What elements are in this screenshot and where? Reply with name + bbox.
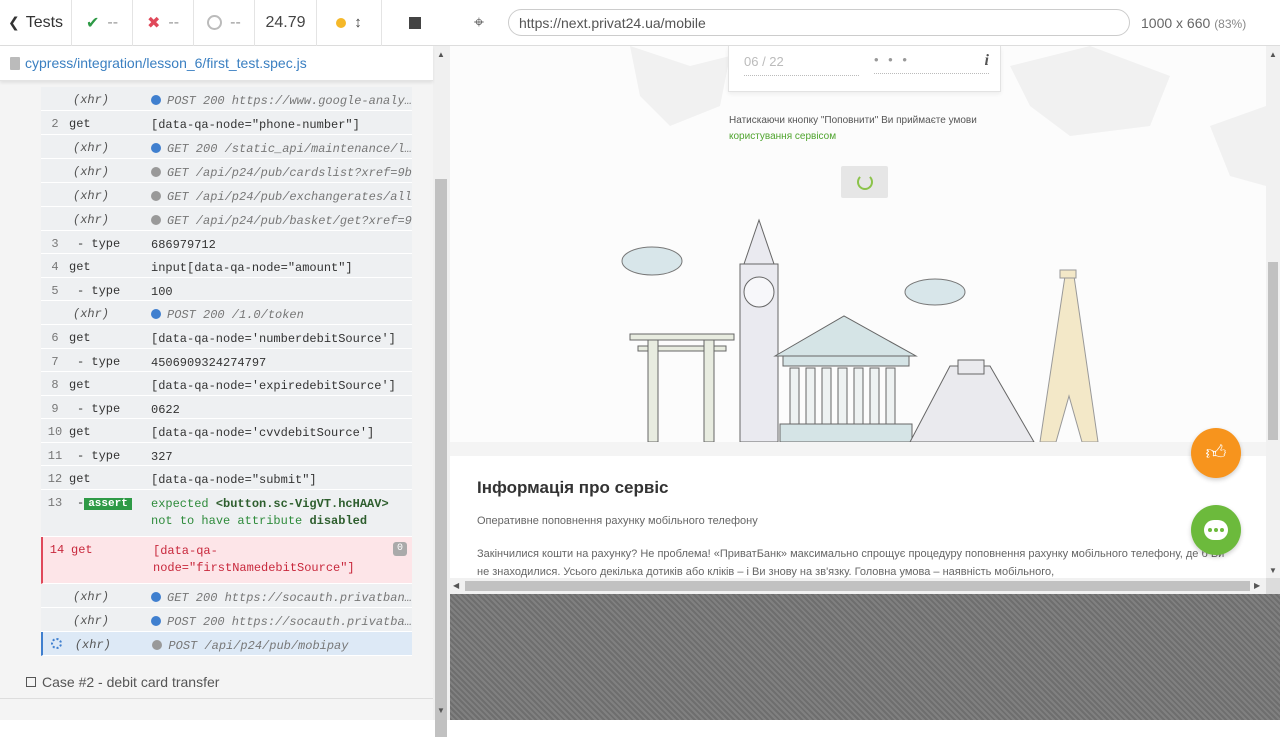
auto-scroll-icon[interactable]: ↕ <box>354 14 362 31</box>
app-under-test-frame: 06 / 22 • • • i Натискаючи кнопку "Попов… <box>450 46 1280 594</box>
command-row[interactable]: (xhr) GET /api/p24/pub/basket/get?xref=9 <box>41 207 412 231</box>
xhr-status-icon <box>151 95 161 105</box>
scroll-right-icon[interactable]: ▶ <box>1254 581 1260 590</box>
command-row[interactable]: 9 - type 0622 <box>41 396 412 419</box>
command-row[interactable]: (xhr) POST 200 /1.0/token <box>41 301 412 325</box>
passed-count: -- <box>107 13 119 31</box>
scroll-down-icon[interactable]: ▼ <box>437 706 445 715</box>
command-row[interactable]: 4 get input[data-qa-node="amount"] <box>41 254 412 278</box>
info-section-subtitle: Оперативне поповнення рахунку мобільного… <box>477 515 758 527</box>
reporter-header: ❮ Tests ✔ -- ✖ -- -- 24.79 ↕ <box>0 0 450 46</box>
test-case-title: Case #2 - debit card transfer <box>42 674 220 690</box>
chat-bubble-icon <box>1204 520 1228 540</box>
xhr-status-icon <box>151 592 161 602</box>
failed-count: -- <box>168 13 180 31</box>
xhr-status-icon <box>151 616 161 626</box>
scroll-up-icon[interactable]: ▲ <box>437 50 445 59</box>
aut-horizontal-scrollbar[interactable]: ◀ ▶ <box>450 578 1266 594</box>
viewport-info[interactable]: 1000 x 660 (83%) <box>1141 15 1246 31</box>
chevron-left-icon: ❮ <box>7 14 20 30</box>
url-bar[interactable]: https://next.privat24.ua/mobile <box>508 9 1130 36</box>
failed-command-row[interactable]: 14 get [data-qa-node="firstNamedebitSour… <box>41 537 412 584</box>
crosshair-icon: ⌖ <box>473 12 485 32</box>
duration: 24.79 <box>255 0 317 46</box>
loading-spinner-icon <box>856 174 873 190</box>
assert-badge: assert <box>84 498 132 510</box>
test-case-item[interactable]: Case #2 - debit card transfer <box>26 674 219 690</box>
reporter-scrollbar[interactable]: ▲ ▼ <box>433 46 450 737</box>
info-section-title: Інформація про сервіс <box>477 478 669 497</box>
scrollbar-thumb[interactable] <box>465 581 1250 591</box>
xhr-status-icon <box>151 191 161 201</box>
feedback-button[interactable]: 👍︎ <box>1191 428 1241 478</box>
error-count-badge: 0 <box>393 542 407 556</box>
command-log: (xhr) POST 200 https://www.google-analyt… <box>41 87 412 656</box>
stop-button[interactable] <box>382 0 447 46</box>
assert-row[interactable]: 13 - assert expected <button.sc-VigVT.hcH… <box>41 490 412 537</box>
xhr-status-icon <box>151 143 161 153</box>
expiry-field[interactable]: 06 / 22 <box>744 54 859 76</box>
landmarks-illustration <box>621 218 1099 442</box>
scrollbar-thumb[interactable] <box>1268 262 1278 440</box>
xhr-status-icon <box>151 215 161 225</box>
command-row[interactable]: 6 get [data-qa-node='numberdebitSource'] <box>41 325 412 349</box>
tests-button[interactable]: ❮ Tests <box>0 0 72 46</box>
test-checkbox-icon <box>26 677 36 687</box>
auto-scroll-controls[interactable]: ↕ <box>317 0 382 46</box>
scroll-down-icon[interactable]: ▼ <box>1269 566 1277 575</box>
spec-path-text: cypress/integration/lesson_6/first_test.… <box>25 55 307 71</box>
tests-label: Tests <box>25 13 64 31</box>
check-icon: ✔ <box>85 14 100 32</box>
submit-button-loading[interactable] <box>841 166 888 198</box>
command-row[interactable]: 11 - type 327 <box>41 443 412 466</box>
aut-header: ⌖ https://next.privat24.ua/mobile 1000 x… <box>450 0 1280 46</box>
reporter-footer <box>0 698 433 720</box>
xhr-status-icon <box>151 309 161 319</box>
command-row[interactable]: (xhr) GET /api/p24/pub/exchangerates/all <box>41 183 412 207</box>
command-row[interactable]: (xhr) POST 200 https://socauth.privatban… <box>41 608 412 632</box>
command-row[interactable]: (xhr) GET /api/p24/pub/cardslist?xref=9b <box>41 159 412 183</box>
command-row[interactable]: 3 - type 686979712 <box>41 231 412 254</box>
failed-stat: ✖ -- <box>133 0 194 46</box>
section-divider <box>450 442 1266 456</box>
info-section-text: Закінчилися кошти на рахунку? Не проблем… <box>477 548 1225 578</box>
terms-link[interactable]: користування сервісом <box>729 131 836 142</box>
command-row[interactable]: 12 get [data-qa-node="submit"] <box>41 466 412 490</box>
command-row[interactable]: 7 - type 4506909324274797 <box>41 349 412 372</box>
scrollbar-thumb[interactable] <box>435 179 447 737</box>
command-row[interactable]: (xhr) GET 200 /static_api/maintenance/li… <box>41 135 412 159</box>
stop-icon <box>408 16 421 29</box>
pending-stat: -- <box>194 0 255 46</box>
pending-count: -- <box>230 13 241 31</box>
command-row[interactable]: 10 get [data-qa-node='cvvdebitSource'] <box>41 419 412 443</box>
running-indicator-icon <box>336 17 347 28</box>
command-row[interactable]: (xhr) POST 200 https://www.google-analyt… <box>41 87 412 111</box>
terms-text: Натискаючи кнопку "Поповнити" Ви приймає… <box>729 115 977 142</box>
command-row[interactable]: 2 get [data-qa-node="phone-number"] <box>41 111 412 135</box>
card-form-stub: 06 / 22 • • • i <box>728 46 1001 92</box>
scroll-up-icon[interactable]: ▲ <box>1269 50 1277 59</box>
selector-playground-button[interactable]: ⌖ <box>450 12 508 33</box>
xhr-status-icon <box>151 167 161 177</box>
thumbs-up-icon: 👍︎ <box>1205 442 1227 464</box>
xhr-status-icon <box>152 640 163 650</box>
scroll-left-icon[interactable]: ◀ <box>453 581 459 590</box>
chat-button[interactable] <box>1191 505 1241 555</box>
cvv-field[interactable]: • • • i <box>874 52 989 74</box>
aut-vertical-scrollbar[interactable]: ▲ ▼ <box>1266 46 1280 578</box>
info-icon[interactable]: i <box>985 52 989 70</box>
command-row[interactable]: (xhr) GET 200 https://socauth.privatbank… <box>41 584 412 608</box>
pending-circle-icon <box>207 15 223 30</box>
passed-stat: ✔ -- <box>72 0 133 46</box>
cross-icon: ✖ <box>146 14 161 32</box>
spec-path[interactable]: cypress/integration/lesson_6/first_test.… <box>0 46 433 81</box>
cypress-reporter: ❮ Tests ✔ -- ✖ -- -- 24.79 ↕ cypress/int… <box>0 0 450 737</box>
spinner-icon <box>51 638 63 649</box>
aut-empty-area <box>450 594 1280 720</box>
command-row[interactable]: 8 get [data-qa-node='expiredebitSource'] <box>41 372 412 396</box>
pending-command-row[interactable]: (xhr) POST /api/p24/pub/mobipay <box>41 632 412 656</box>
scrollbar-corner <box>1266 578 1280 594</box>
command-row[interactable]: 5 - type 100 <box>41 278 412 301</box>
file-icon <box>10 56 20 70</box>
